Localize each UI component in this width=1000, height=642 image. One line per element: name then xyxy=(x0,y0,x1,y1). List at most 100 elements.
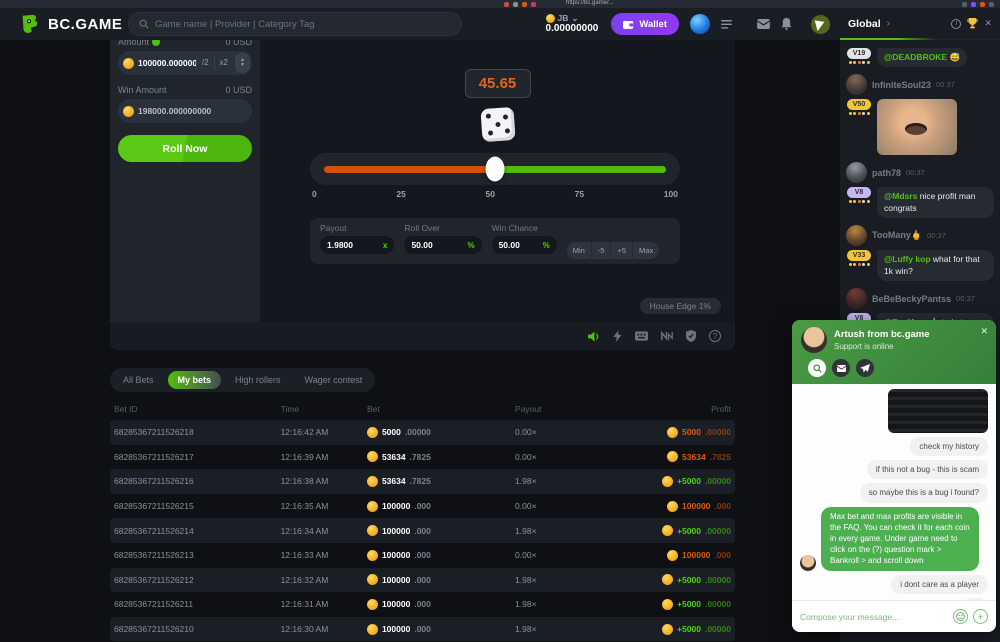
chevron-right-icon[interactable]: › xyxy=(887,18,890,29)
browser-extensions xyxy=(958,2,994,7)
chance-button-Min[interactable]: Min xyxy=(567,242,591,259)
chance-button-Max[interactable]: Max xyxy=(632,242,659,259)
bet-id-cell: 68285367211526210 xyxy=(114,624,281,634)
profit-cell: +5000.00000 xyxy=(608,525,731,536)
support-attachment-bet-history-screenshot[interactable] xyxy=(888,389,988,433)
slider-ticks: 0255075100 xyxy=(312,189,678,199)
tab-all-bets[interactable]: All Bets xyxy=(113,371,164,389)
bet-amount-input[interactable] xyxy=(134,58,196,68)
table-row[interactable]: 6828536721152621312:16:33 AM100000.0000.… xyxy=(110,543,735,568)
double-bet-button[interactable]: x2 xyxy=(214,56,233,70)
menu-icon[interactable] xyxy=(721,20,732,29)
chat-user-avatar[interactable] xyxy=(846,74,867,95)
chat-user-avatar[interactable] xyxy=(846,162,867,183)
support-close-icon[interactable]: ✕ xyxy=(980,326,988,337)
slider-handle[interactable] xyxy=(486,157,505,182)
profit-cell: +5000.00000 xyxy=(608,476,731,487)
dice-game-panel: Amount 0 USD /2 x2 ▲▼ Win Amount 0 USD R… xyxy=(110,28,735,350)
sound-icon[interactable] xyxy=(588,331,600,342)
bcgame-logo[interactable]: BC.GAME xyxy=(18,13,122,35)
live-stats-icon[interactable] xyxy=(661,331,673,341)
search-input[interactable] xyxy=(155,19,451,30)
wallet-button[interactable]: Wallet xyxy=(611,13,679,35)
bets-section: All BetsMy betsHigh rollersWager contest… xyxy=(110,368,735,642)
notifications-bell-icon[interactable] xyxy=(781,18,792,30)
win-chance-input[interactable] xyxy=(499,240,539,250)
support-compose-input[interactable] xyxy=(800,612,948,622)
roll-over-field: % xyxy=(404,236,481,254)
mention-link[interactable]: @Mdsrs xyxy=(884,191,917,201)
fairness-shield-icon[interactable] xyxy=(686,330,696,342)
chat-timestamp: 00:37 xyxy=(956,294,975,303)
bet-cell: 100000.000 xyxy=(367,525,515,536)
emoji-icon[interactable] xyxy=(953,609,968,624)
chat-channel-tab[interactable]: Global xyxy=(848,18,881,30)
chevron-down-icon: ⌄ xyxy=(571,14,578,23)
support-message: Max bet and max profits are visible in t… xyxy=(800,507,988,571)
chat-close-icon[interactable]: ✕ xyxy=(984,18,992,29)
coin-icon xyxy=(367,574,378,585)
chat-rules-info-icon[interactable]: i xyxy=(951,19,961,29)
attach-plus-icon[interactable]: + xyxy=(973,609,988,624)
amount-stepper[interactable]: ▲▼ xyxy=(235,53,250,73)
mention-link[interactable]: @DEADBROKE xyxy=(884,52,947,62)
tab-high-rollers[interactable]: High rollers xyxy=(225,371,291,389)
turbo-lightning-icon[interactable] xyxy=(613,330,622,342)
coin-icon xyxy=(662,525,673,536)
inbox-icon[interactable] xyxy=(757,19,770,29)
win-amount-usd-value: 0 USD xyxy=(225,85,252,95)
medal-dots xyxy=(849,112,870,115)
bet-cell: 5000.00000 xyxy=(367,427,515,438)
table-row[interactable]: 6828536721152621612:16:38 AM53634.78251.… xyxy=(110,469,735,494)
contest-trophy-icon[interactable] xyxy=(967,18,978,29)
percent-unit: % xyxy=(543,241,550,250)
payout-field: x xyxy=(320,236,394,254)
user-avatar[interactable] xyxy=(690,14,710,34)
tab-my-bets[interactable]: My bets xyxy=(168,371,222,389)
bet-cell: 100000.000 xyxy=(367,574,515,585)
vip-avatar[interactable] xyxy=(811,15,830,34)
support-message xyxy=(800,389,988,433)
table-row[interactable]: 6828536721152621212:16:32 AM100000.0001.… xyxy=(110,568,735,593)
table-row[interactable]: 6828536721152621712:16:39 AM53634.78250.… xyxy=(110,445,735,470)
slider-tick-label: 0 xyxy=(312,189,317,199)
support-telegram-icon[interactable] xyxy=(856,359,874,377)
mention-link[interactable]: @Luffy kop xyxy=(884,254,931,264)
chat-image-crying-baby-meme[interactable] xyxy=(877,99,957,155)
bet-cell: 53634.7825 xyxy=(367,476,515,487)
browser-url: https://bc.game/... xyxy=(566,0,614,6)
chance-button-5[interactable]: +5 xyxy=(610,242,632,259)
bet-cell: 100000.000 xyxy=(367,550,515,561)
win-amount-input[interactable] xyxy=(134,106,252,116)
table-row[interactable]: 6828536721152621812:16:42 AM5000.000000.… xyxy=(110,420,735,445)
hotkeys-icon[interactable] xyxy=(635,331,648,341)
help-icon[interactable]: ? xyxy=(709,330,721,342)
payout-cell: 0.00× xyxy=(515,427,608,437)
table-row[interactable]: 6828536721152621012:16:30 AM100000.0001.… xyxy=(110,617,735,642)
chat-user-avatar[interactable] xyxy=(846,225,867,246)
chat-bubble: @Luffy kop what for that 1k win? xyxy=(877,250,994,281)
table-row[interactable]: 6828536721152621112:16:31 AM100000.0001.… xyxy=(110,592,735,617)
support-email-icon[interactable] xyxy=(832,359,850,377)
bet-id-cell: 68285367211526213 xyxy=(114,550,281,560)
payout-input[interactable] xyxy=(327,240,379,250)
level-badge: V8 xyxy=(847,187,871,198)
chat-user-avatar[interactable] xyxy=(846,288,867,309)
payout-cell: 1.98× xyxy=(515,624,608,634)
chat-timestamp: 00:37 xyxy=(927,231,946,240)
game-search-bar[interactable] xyxy=(128,12,462,36)
coin-icon xyxy=(667,550,678,561)
table-row[interactable]: 6828536721152621412:16:34 AM100000.0001.… xyxy=(110,518,735,543)
time-cell: 12:16:42 AM xyxy=(281,427,367,437)
chance-button-5[interactable]: -5 xyxy=(591,242,611,259)
half-bet-button[interactable]: /2 xyxy=(196,56,214,70)
roll-over-input[interactable] xyxy=(411,240,463,250)
balance-selector[interactable]: JB⌄ 0.00000000 xyxy=(546,14,599,34)
bets-tabs: All BetsMy betsHigh rollersWager contest xyxy=(110,368,375,392)
support-search-icon[interactable] xyxy=(808,359,826,377)
coin-icon xyxy=(662,599,673,610)
tab-wager-contest[interactable]: Wager contest xyxy=(295,371,373,389)
table-row[interactable]: 6828536721152621512:16:35 AM100000.0000.… xyxy=(110,494,735,519)
roll-now-button[interactable]: Roll Now xyxy=(118,135,252,162)
slider-tick-label: 50 xyxy=(486,189,495,199)
